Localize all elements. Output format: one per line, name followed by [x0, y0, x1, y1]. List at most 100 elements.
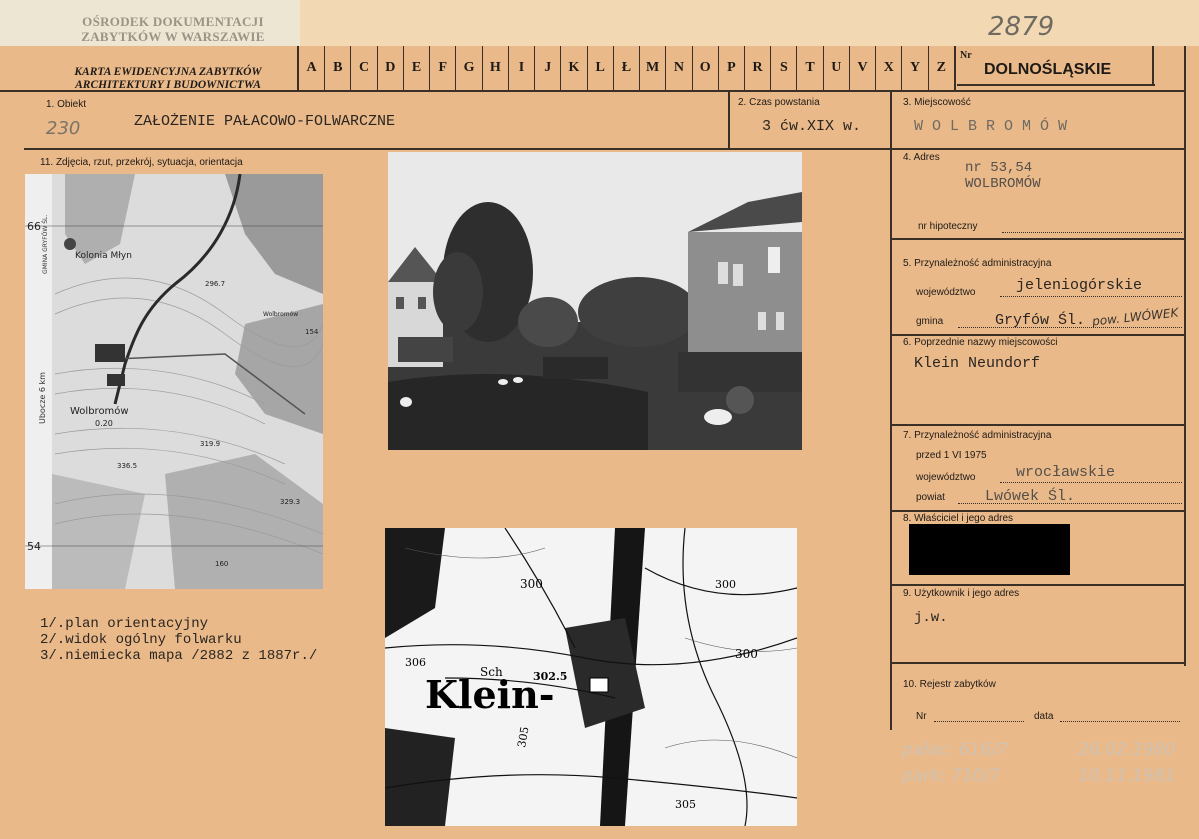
owner-redaction: [909, 524, 1070, 575]
letter-17: R: [745, 46, 772, 90]
map1-label-kolonia: Kolonia Młyn: [75, 251, 132, 261]
register-date-park: 10.11.1981: [1078, 766, 1176, 786]
card-title: KARTA EWIDENCYJNA ZABYTKÓW ARCHITEKTURY …: [40, 66, 296, 92]
caption-1: 1/.plan orientacyjny: [40, 616, 209, 632]
field-former-names-label: 6. Poprzednie nazwy miejscowości: [903, 337, 1058, 348]
voivodeship-value: jeleniogórskie: [1016, 277, 1143, 294]
letter-22: X: [876, 46, 903, 90]
voivodeship-label: województwo: [916, 287, 976, 298]
divider-right-4: [890, 424, 1185, 426]
letter-18: S: [771, 46, 798, 90]
letter-3: D: [378, 46, 404, 90]
letter-0: A: [299, 46, 326, 90]
letter-15: O: [693, 46, 719, 90]
letter-24: Z: [936, 60, 946, 75]
card-number: 2879: [988, 12, 1055, 42]
photo-captions: 1/.plan orientacyjny 2/.widok ogólny fol…: [40, 616, 317, 664]
map2-label-300c: 300: [715, 578, 736, 591]
letter-1: B: [325, 46, 352, 90]
gmina-handwritten: pow. LWÓWEK: [1091, 305, 1179, 329]
map2-label-300a: 300: [520, 577, 543, 591]
map1-label-66: 66: [27, 220, 41, 233]
register-note-park: park: 710/7: [902, 766, 1001, 786]
archive-stamp: OŚRODEK DOKUMENTACJI ZABYTKÓW W WARSZAWI…: [81, 14, 265, 44]
register-nr-label: Nr: [916, 711, 927, 722]
letter-7: H: [483, 46, 509, 90]
card-title-line1: KARTA EWIDENCYJNA ZABYTKÓW: [74, 66, 262, 78]
letter-13: M: [640, 46, 667, 90]
register-date-label: data: [1034, 711, 1054, 722]
object-value: ZAŁOŻENIE PAŁACOWO-FOLWARCZNE: [134, 113, 396, 130]
letter-21: V: [850, 46, 877, 90]
map1-label-020: 0.20: [95, 419, 113, 428]
letter-23: Y: [902, 46, 929, 90]
caption-2: 2/.widok ogólny folwarku: [40, 632, 242, 648]
field-date-label: 2. Czas powstania: [738, 97, 820, 108]
locality-value: W O L B R O M Ó W: [914, 118, 1068, 135]
prior-voivodeship-line: [1000, 482, 1182, 483]
nr-label: Nr: [960, 50, 972, 61]
powiat-label: powiat: [916, 492, 945, 503]
voivodeship-line: [1000, 296, 1182, 297]
gmina-line: [958, 327, 1182, 328]
powiat-line: [958, 503, 1182, 504]
divider-right-3: [890, 334, 1185, 336]
register-nr-line: [934, 721, 1024, 722]
divider-col2: [728, 90, 730, 148]
address-line2: WOLBROMÓW: [965, 176, 1041, 192]
object-number: 230: [46, 118, 81, 139]
photo-german-map: Klein- Sch 302.5 300 300 306 305 300 305: [385, 528, 797, 826]
gmina-label: gmina: [916, 316, 944, 327]
map1-label-160: 160: [215, 560, 228, 568]
map1-label-ubocze: Ubocze 6 km: [38, 372, 47, 424]
prior-voivodeship-value: wrocławskie: [1016, 464, 1116, 481]
nr-underline: [957, 84, 1155, 86]
letter-16: P: [719, 46, 745, 90]
nr-right-border: [1152, 46, 1154, 86]
divider-right-6: [890, 584, 1185, 586]
map2-label-sch: Sch: [480, 665, 503, 679]
field-object-label: 1. Obiekt: [46, 99, 87, 110]
divider-row1: [24, 148, 890, 150]
divider-header: [0, 90, 1185, 92]
photo-farm-view: [388, 152, 802, 450]
user-value: j.w.: [914, 610, 948, 626]
province: DOLNOŚLĄSKIE: [984, 61, 1112, 78]
top-strip: [300, 0, 1199, 46]
letter-14: N: [666, 46, 693, 90]
field-register-label: 10. Rejestr zabytków: [903, 679, 996, 690]
letter-12: Ł: [614, 46, 641, 90]
former-names-value: Klein Neundorf: [914, 355, 1041, 372]
letter-4: E: [404, 46, 431, 90]
map1-label-3365: 336.5: [117, 462, 137, 470]
divider-right-5: [890, 510, 1185, 512]
right-edge: [1184, 46, 1186, 666]
photo-topographic-map: 66 54 Kolonia Młyn Wolbromów Wolbromów 0…: [25, 174, 323, 589]
date-value: 3 ćw.XIX w.: [762, 118, 862, 135]
divider-col3: [890, 90, 892, 730]
map1-label-3293: 329.3: [280, 498, 300, 506]
map1-label-54: 54: [27, 540, 41, 553]
letter-5: F: [430, 46, 457, 90]
letter-10: K: [561, 46, 588, 90]
map1-label-wolbromow-small: Wolbromów: [263, 311, 298, 318]
letter-9: J: [535, 46, 562, 90]
letter-2: C: [351, 46, 378, 90]
map1-label-wolbromow: Wolbromów: [70, 405, 129, 417]
prior-voivodeship-label: województwo: [916, 472, 976, 483]
field-owner-label: 8. Właściciel i jego adres: [903, 513, 1014, 524]
field-locality-label: 3. Miejscowość: [903, 97, 971, 108]
prior-date-label: przed 1 VI 1975: [916, 450, 987, 461]
map2-label-305b: 305: [675, 798, 696, 811]
map2-label-306: 306: [405, 656, 426, 669]
map2-label-300b: 300: [735, 647, 758, 661]
field-user-label: 9. Użytkownik i jego adres: [903, 588, 1020, 599]
address-line1: nr 53,54: [965, 160, 1033, 176]
letter-19: T: [797, 46, 824, 90]
alphabet-index: ABCDEFGHIJKLŁMNOPRSTUVXYZ: [297, 46, 956, 90]
field-photos-label: 11. Zdjęcia, rzut, przekrój, sytuacja, o…: [40, 157, 243, 168]
map1-label-gmina: GMINA GRYFÓW ŚL.: [42, 215, 49, 274]
field-admin-label: 5. Przynależność administracyjna: [903, 258, 1052, 269]
letter-20: U: [824, 46, 850, 90]
map2-label-3025: 302.5: [533, 670, 567, 683]
